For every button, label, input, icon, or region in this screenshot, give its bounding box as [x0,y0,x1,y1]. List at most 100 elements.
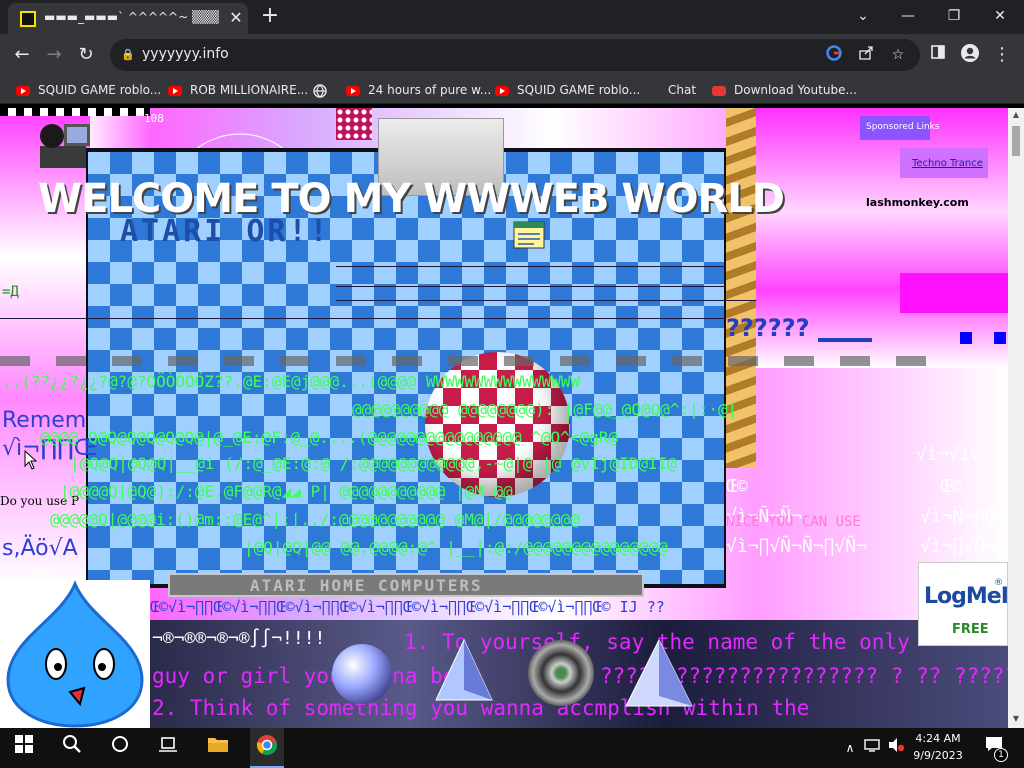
tab-search-dropdown-icon[interactable]: ⌄ [843,4,883,28]
url-text[interactable]: yyyyyyy.info [142,46,542,64]
small-408-text: 408 [32,566,52,577]
bookmark-squid-game-1[interactable]: SQUID GAME roblo... [16,81,161,99]
chrome-icon[interactable] [253,734,281,762]
lashmonkey-link[interactable]: lashmonkey.com [866,196,969,209]
menu-kebab-icon[interactable]: ⋮ [990,43,1014,67]
page-viewport: Sponsored Links Techno Trance lashmonkey… [0,108,1008,728]
search-icon[interactable] [58,734,86,762]
atari-home-computers-text: ATARI HOME COMPUTERS [250,576,483,595]
reload-button[interactable]: ↻ [74,43,98,67]
new-tab-button[interactable]: + [258,5,282,29]
cortana-icon[interactable] [106,734,134,762]
bookmark-rob-millionaire[interactable]: ROB MILLIONAIRE... [168,81,308,99]
bookmark-chat[interactable]: Chat [668,81,696,99]
youtube-icon [495,85,509,96]
bookmark-24-hours[interactable]: 24 hours of pure w... [346,81,491,99]
youtube-icon [16,85,30,96]
green-glitch-line-4: |@Q@Q|@Q@Q|__@i (/:@_@E:@:@ /:@@@@@@@@@@… [70,454,677,473]
blue-square [960,332,972,344]
windows-start-icon[interactable] [10,734,38,762]
youtube-icon [168,85,182,96]
link-icon [712,85,726,96]
notification-badge: 1 [994,748,1008,762]
hit-counter: 108 [144,112,164,125]
system-clock[interactable]: 4:24 AM 9/9/2023 [908,730,968,766]
windows-taskbar: ∧ 4:24 AM 9/9/2023 1 [0,728,1024,768]
forward-button[interactable]: → [42,43,66,67]
back-button[interactable]: ← [10,43,34,67]
notepad-icon[interactable] [512,220,546,250]
right-glitch-text-2b: Œ© [726,476,748,497]
glitch-line [0,318,726,319]
green-glitch-line-7: |@Q|@Q|@@ @@.@@@@:@^ |__|:@:/@@@@@@@@@@@… [244,538,668,557]
file-explorer-icon[interactable] [204,734,232,762]
tab-close-icon[interactable]: ✕ [226,8,246,28]
blue-slime-mascot-icon [6,580,144,728]
logmein-registered: ® [994,578,1003,588]
side-panel-icon[interactable] [926,43,950,67]
glass-orb-icon [332,644,392,704]
favicon-icon [20,11,36,27]
side-glitch-text: s,Äö√A [2,536,78,561]
mouse-cursor-icon [24,450,38,470]
checker-stripe [0,108,150,116]
techno-trance-link[interactable]: Techno Trance [912,158,983,169]
browser-tab[interactable]: ▬▬▬_▬▬▬` ^^^^^~ ▒▒▒ ui▀ ✕ [8,3,248,34]
glitch-line [336,300,756,301]
green-glitch-line-5: |@@@@Q|@Q@):/:@E.@F@@R@◢◢ P| @@@@@@@@@@@… [60,482,513,501]
dupe-glitch-text: √ì¬∏√Ñ¬Ñ¬∏√Ñ¬ [726,536,867,557]
magenta-block [900,273,1008,313]
share-icon[interactable] [856,45,876,65]
bookmark-star-icon[interactable]: ☆ [888,45,908,65]
scroll-up-icon[interactable]: ▲ [1011,110,1021,120]
glitch-line [336,266,726,267]
welcome-heading: WELCOME TO MY WWWEB WORLD [38,176,785,222]
blue-underline [818,338,872,342]
close-window-button[interactable]: ✕ [980,4,1020,28]
bookmark-download-youtube[interactable]: Download Youtube... [712,81,857,99]
volume-muted-icon[interactable] [882,734,910,762]
instruction-line-2: guy or girl you wanna be [152,664,456,688]
crystal-pyramid-icon [625,638,693,707]
computer-user-icon [40,124,90,168]
green-glitch-line-2: @@@@@@@@@@ @@@@@@@@): |@F@@_@Q@Q@^:|:·@| [352,400,738,419]
minimize-button[interactable]: — [888,4,928,28]
browser-toolbar: ← → ↻ 🔒 yyyyyyy.info ☆ ⋮ [0,34,1024,76]
youtube-icon [346,85,360,96]
small-eq-text: =Д [2,284,19,300]
pyramid-icon [435,638,493,701]
green-glitch-line-3: @@@@ Q@Q@Q@Q@Q@Q@|@_@E:@F:@_@....(@@@@@@… [40,428,618,447]
address-bar[interactable]: 🔒 yyyyyyy.info ☆ [110,39,920,71]
globe-bookmark-icon[interactable] [313,81,327,99]
lock-icon[interactable]: 🔒 [120,47,136,63]
profile-avatar-icon[interactable] [958,43,982,67]
nice-you-can-use-text: NICE YOU CAN USE [726,514,861,530]
glitch-line [336,286,726,287]
right-glitch-text-5: √ì¬∏√Ñ¬∑ [920,536,1007,557]
cd-disc-icon [528,640,594,706]
page-scrollbar[interactable]: ▲ ▼ [1008,108,1024,728]
question-marks-text: ?????? [726,314,810,342]
tab-strip: ▬▬▬_▬▬▬` ^^^^^~ ▒▒▒ ui▀ ✕ + ⌄ — ❐ ✕ [0,0,1024,34]
restore-button[interactable]: ❐ [934,4,974,28]
bookmark-squid-game-2[interactable]: SQUID GAME roblo... [495,81,640,99]
blue-square [994,332,1006,344]
green-glitch-line-1: ..(??¿¿?¿¿?@?@?ÒÖÒÖÒÖZ??.@E:@E@j@@@...(@… [2,372,580,391]
dashed-grey-band [0,356,940,366]
omega-glitch-row: Œ©√ì¬∏∏Œ©√ì¬∏∏Œ©√ì¬∏∏Œ©√ì¬∏∏Œ©√ì¬∏∏Œ©√ì¬… [150,598,665,616]
scroll-thumb[interactable] [1012,126,1020,156]
clock-time: 4:24 AM [915,732,961,745]
sponsored-links-text[interactable]: Sponsored Links [866,122,940,132]
registered-glitch-row: ¬®¬®®¬®¬®∫∫¬!!!! [152,628,326,649]
task-view-icon[interactable] [154,734,182,762]
green-glitch-line-6: @@@@@Q|@@@@i:()@m::@E@^|:|../:@@@@@@@@@@… [50,510,580,529]
tab-title: ▬▬▬_▬▬▬` ^^^^^~ ▒▒▒ ui▀ [44,10,219,24]
right-glitch-text-4: √ì¬Ñ¬∏Œ©√ [920,506,1008,527]
google-lens-icon[interactable] [824,45,844,65]
bookmarks-bar: SQUID GAME roblo... ROB MILLIONAIRE... 2… [0,76,1024,104]
clock-date: 9/9/2023 [913,749,963,762]
scroll-down-icon[interactable]: ▼ [1011,714,1021,724]
logmein-free-text[interactable]: FREE [952,622,989,637]
right-glitch-text-2: Œ© [940,476,962,497]
right-glitch-text-1: √ì¬√ì√ [916,444,982,465]
